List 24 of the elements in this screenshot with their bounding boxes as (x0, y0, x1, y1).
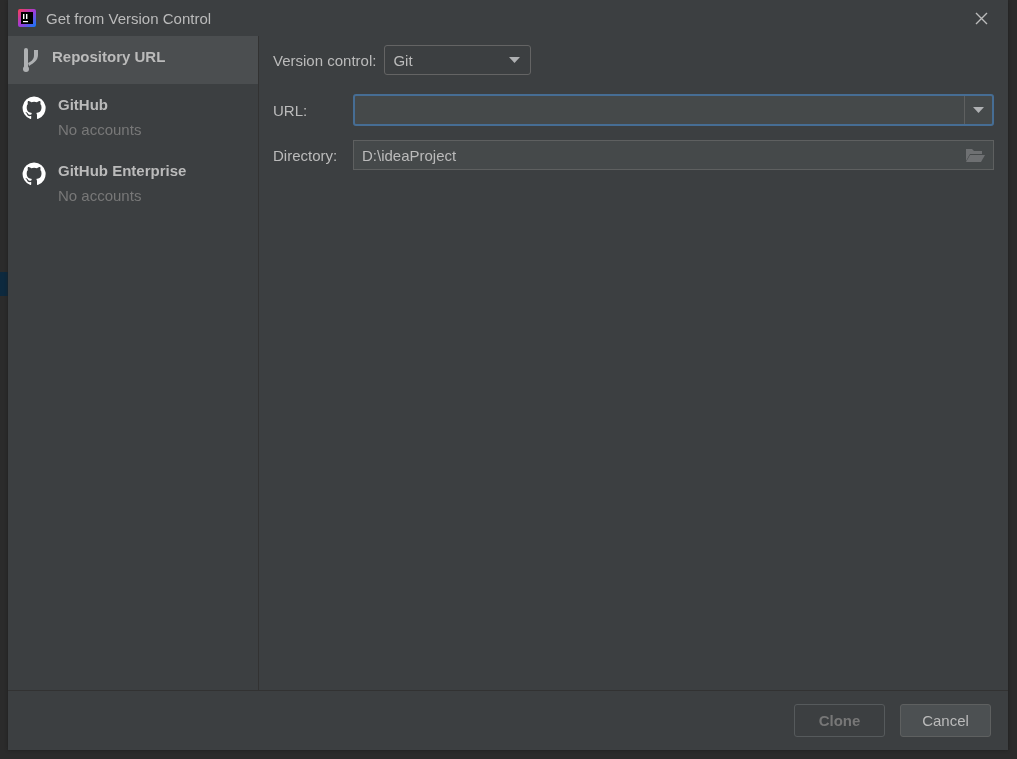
octocat-icon (22, 96, 46, 120)
octocat-icon (22, 162, 46, 186)
sidebar-item-label: GitHub (58, 96, 109, 113)
sidebar-item-label: GitHub Enterprise (58, 162, 187, 179)
directory-field[interactable]: D:\ideaProject (353, 140, 994, 170)
window-title: Get from Version Control (46, 9, 213, 27)
field-label: Version control: (273, 51, 377, 69)
field-label: Directory: (273, 146, 339, 164)
caret-icon (509, 57, 521, 63)
sidebar-item[interactable]: GitHub No accounts (8, 84, 258, 150)
sidebar-item[interactable]: Repository URL (8, 36, 258, 84)
branch-icon (22, 48, 40, 72)
sidebar-item[interactable]: GitHub Enterprise No accounts (8, 150, 258, 216)
sidebar-item-subtitle: No accounts (58, 187, 143, 204)
field-label: URL: (273, 101, 309, 119)
editor-selection-highlight (0, 272, 8, 296)
dialog-button[interactable]: Cancel (900, 704, 991, 737)
close-icon (975, 11, 988, 25)
app-logo-icon (18, 9, 36, 27)
version-control-dropdown[interactable]: Git (384, 45, 532, 75)
caret-icon (973, 107, 984, 113)
sidebar-item-label: Repository URL (52, 48, 166, 65)
url-field[interactable] (353, 94, 994, 126)
sidebar-item-subtitle: No accounts (58, 121, 142, 138)
